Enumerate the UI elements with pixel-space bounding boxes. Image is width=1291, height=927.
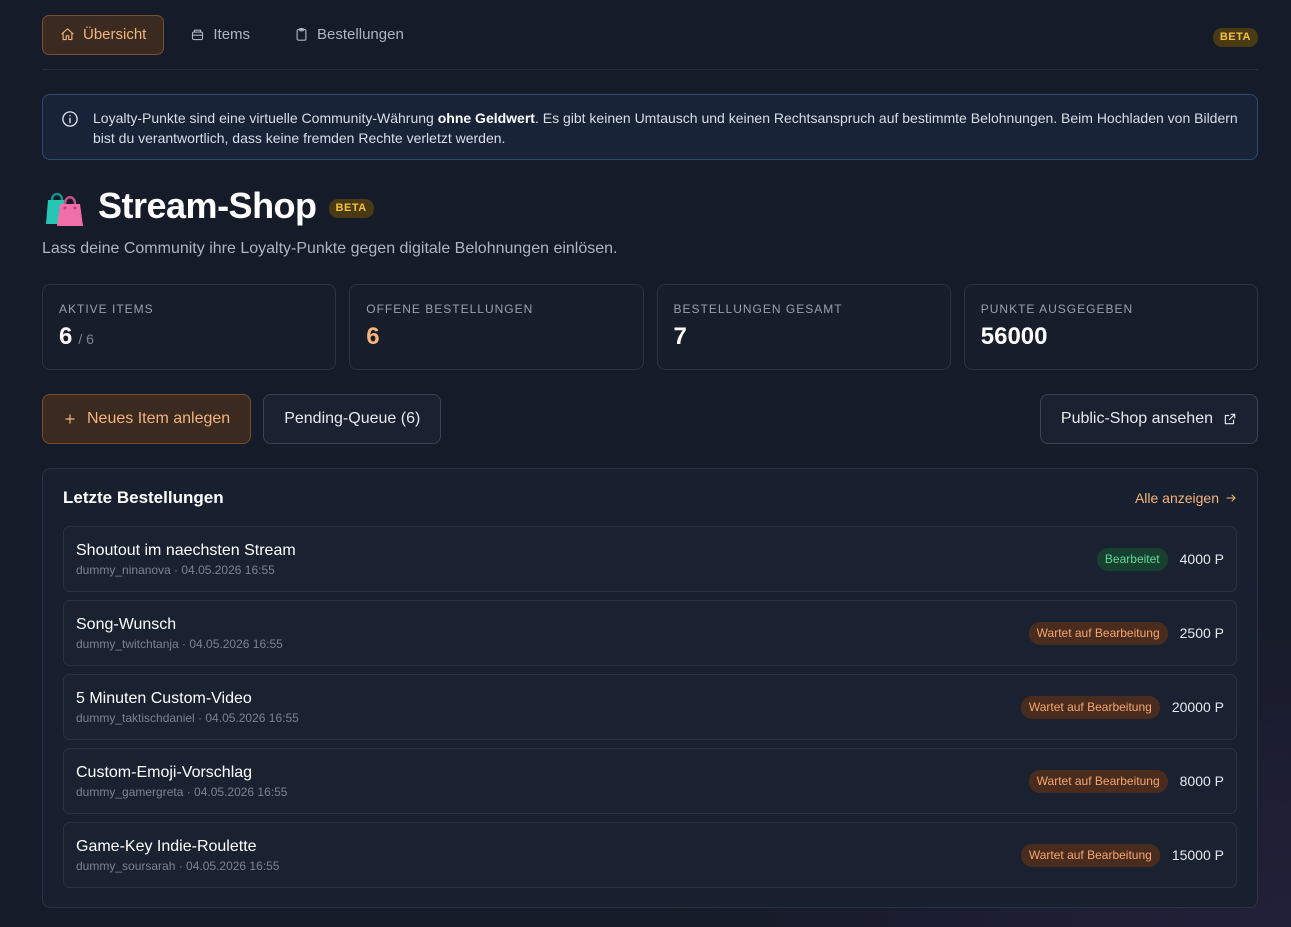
status-badge: Bearbeitet: [1096, 547, 1168, 571]
stat-value: 6 / 6: [59, 323, 319, 351]
info-text-bold: ohne Geldwert: [437, 110, 535, 126]
order-row[interactable]: Song-Wunsch dummy_twitchtanja · 04.05.20…: [63, 600, 1237, 666]
order-points: 15000 P: [1171, 847, 1224, 863]
external-link-icon: [1224, 413, 1236, 425]
order-name: 5 Minuten Custom-Video: [76, 689, 252, 707]
public-shop-label: Public-Shop ansehen: [1060, 410, 1213, 427]
order-info: Game-Key Indie-Roulette dummy_soursarah …: [76, 838, 1021, 873]
new-item-button[interactable]: Neues Item anlegen: [42, 394, 252, 444]
plus-icon: [65, 414, 75, 424]
order-points: 2500 P: [1179, 625, 1224, 641]
stats-row: AKTIVE ITEMS 6 / 6 OFFENE BESTELLUNGEN 6 …: [42, 284, 1258, 370]
stat-total-orders: BESTELLUNGEN GESAMT 7: [656, 284, 951, 370]
order-name: Custom-Emoji-Vorschlag: [76, 763, 253, 781]
page: Übersicht Items Bestellungen BETA Loyalt…: [42, 0, 1258, 908]
tab-overview[interactable]: Übersicht: [42, 14, 165, 55]
order-info: Custom-Emoji-Vorschlag dummy_gamergreta …: [76, 764, 1029, 799]
order-meta: dummy_soursarah · 04.05.2026 16:55: [76, 858, 280, 873]
info-text-part: Loyalty-Punkte sind eine virtuelle Commu…: [93, 110, 438, 126]
shopping-bags-icon: [46, 192, 83, 226]
order-row[interactable]: Shoutout im naechsten Stream dummy_ninan…: [63, 526, 1237, 592]
stat-number: 6: [59, 323, 73, 350]
order-row[interactable]: 5 Minuten Custom-Video dummy_taktischdan…: [63, 674, 1237, 740]
page-header: Stream-Shop BETA: [42, 182, 1258, 230]
order-points: 20000 P: [1171, 699, 1224, 715]
order-meta: dummy_gamergreta · 04.05.2026 16:55: [76, 784, 288, 799]
stat-label: AKTIVE ITEMS: [59, 302, 154, 316]
status-badge: Wartet auf Bearbeitung: [1028, 621, 1168, 645]
beta-badge: BETA: [1212, 28, 1258, 47]
order-row[interactable]: Custom-Emoji-Vorschlag dummy_gamergreta …: [63, 748, 1237, 814]
tab-orders[interactable]: Bestellungen: [276, 15, 422, 55]
view-all-label: Alle anzeigen: [1134, 489, 1219, 506]
stat-points-spent: PUNKTE AUSGEGEBEN 56000: [963, 284, 1258, 370]
new-item-label: Neues Item anlegen: [87, 410, 231, 427]
panel-title: Letzte Bestellungen: [63, 487, 224, 507]
stat-sub: / 6: [78, 331, 94, 347]
order-name: Shoutout im naechsten Stream: [76, 541, 296, 559]
stat-label: OFFENE BESTELLUNGEN: [366, 302, 534, 316]
stat-value: 6: [366, 323, 380, 350]
public-shop-button[interactable]: Public-Shop ansehen: [1039, 394, 1258, 444]
stat-value: 7: [673, 323, 687, 350]
order-info: 5 Minuten Custom-Video dummy_taktischdan…: [76, 690, 1021, 725]
tab-items-label: Items: [213, 26, 251, 43]
order-name: Song-Wunsch: [76, 615, 177, 633]
status-badge: Wartet auf Bearbeitung: [1020, 843, 1160, 867]
recent-orders-panel: Letzte Bestellungen Alle anzeigen Shouto…: [42, 468, 1258, 908]
order-row[interactable]: Game-Key Indie-Roulette dummy_soursarah …: [63, 822, 1237, 888]
info-banner: Loyalty-Punkte sind eine virtuelle Commu…: [42, 94, 1258, 160]
stat-label: BESTELLUNGEN GESAMT: [673, 302, 843, 316]
pending-queue-label: Pending-Queue (6): [284, 410, 421, 427]
home-icon: [61, 28, 74, 41]
stat-value: 56000: [980, 323, 1048, 350]
order-meta: dummy_taktischdaniel · 04.05.2026 16:55: [76, 710, 299, 725]
stat-open-orders: OFFENE BESTELLUNGEN 6: [349, 284, 644, 370]
title-beta-badge: BETA: [328, 198, 374, 218]
order-info: Song-Wunsch dummy_twitchtanja · 04.05.20…: [76, 616, 1029, 651]
order-meta: dummy_ninanova · 04.05.2026 16:55: [76, 562, 275, 577]
action-row: Neues Item anlegen Pending-Queue (6) Pub…: [42, 394, 1258, 444]
arrow-right-icon: [1226, 494, 1236, 501]
status-badge: Wartet auf Bearbeitung: [1020, 695, 1160, 719]
clipboard-icon: [296, 28, 307, 41]
status-badge: Wartet auf Bearbeitung: [1028, 769, 1168, 793]
stat-active-items: AKTIVE ITEMS 6 / 6: [42, 284, 337, 370]
panel-header: Letzte Bestellungen Alle anzeigen: [63, 469, 1237, 526]
tab-orders-label: Bestellungen: [317, 26, 404, 43]
order-meta: dummy_twitchtanja · 04.05.2026 16:55: [76, 636, 283, 651]
tab-items[interactable]: Items: [172, 15, 268, 55]
view-all-link[interactable]: Alle anzeigen: [1135, 490, 1237, 506]
order-points: 4000 P: [1179, 551, 1224, 567]
order-info: Shoutout im naechsten Stream dummy_ninan…: [76, 542, 1097, 577]
page-subtitle: Lass deine Community ihre Loyalty-Punkte…: [42, 240, 618, 257]
box-icon: [192, 29, 204, 41]
top-nav: Übersicht Items Bestellungen BETA: [42, 0, 1258, 70]
order-points: 8000 P: [1179, 773, 1224, 789]
order-name: Game-Key Indie-Roulette: [76, 837, 257, 855]
stat-label: PUNKTE AUSGEGEBEN: [980, 302, 1134, 316]
info-icon: [61, 110, 79, 128]
pending-queue-button[interactable]: Pending-Queue (6): [263, 394, 442, 444]
page-title: Stream-Shop: [98, 185, 317, 226]
info-text: Loyalty-Punkte sind eine virtuelle Commu…: [93, 108, 1241, 148]
tab-overview-label: Übersicht: [83, 26, 147, 43]
